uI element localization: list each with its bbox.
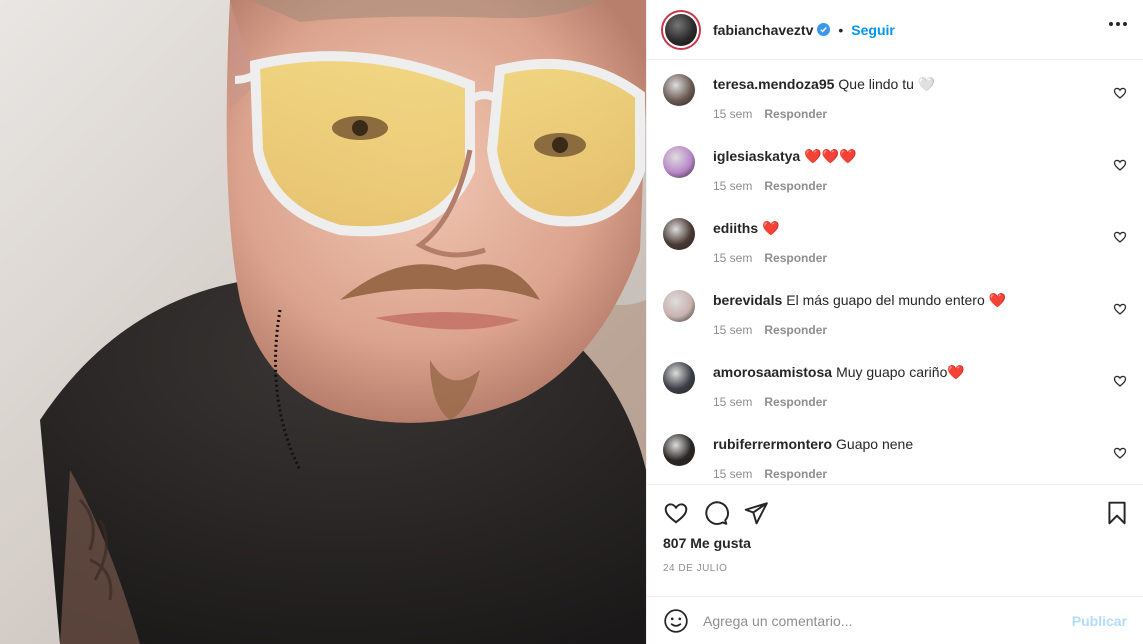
comment-text-line: berevidals El más guapo del mundo entero … (713, 291, 1006, 309)
comment-time[interactable]: 15 sem (713, 323, 752, 337)
follow-button[interactable]: Seguir (851, 22, 895, 38)
commenter-avatar[interactable] (663, 146, 695, 178)
comment-text-line: iglesiaskatya ❤️❤️❤️ (713, 147, 856, 165)
likes-count[interactable]: 807 Me gusta (663, 535, 1127, 551)
comment-body: amorosaamistosa Muy guapo cariño❤️ 15 sem R… (713, 360, 965, 432)
comment-text: ❤️❤️❤️ (804, 148, 857, 164)
more-options-icon[interactable] (1109, 22, 1127, 26)
comments-list[interactable]: teresa.mendoza95 Que lindo tu 🤍 15 sem Resp… (647, 60, 1143, 484)
comment-body: berevidals El más guapo del mundo entero … (713, 288, 1006, 360)
comment-time[interactable]: 15 sem (713, 395, 752, 409)
comment-time[interactable]: 15 sem (713, 179, 752, 193)
author-avatar[interactable] (661, 9, 701, 50)
smiley-icon[interactable] (663, 608, 689, 634)
post-date[interactable]: 24 DE JULIO (663, 563, 1127, 574)
comment-item: amorosaamistosa Muy guapo cariño❤️ 15 sem R… (663, 360, 1127, 432)
commenter-avatar[interactable] (663, 74, 695, 106)
comment-text: ❤️ (762, 220, 780, 236)
bookmark-icon[interactable] (1104, 500, 1130, 526)
comment-item: ediiths ❤️ 15 sem Responder (663, 216, 1127, 288)
reply-button[interactable]: Responder (764, 323, 827, 337)
comment-like-heart-icon[interactable] (1113, 158, 1127, 172)
comment-like-heart-icon[interactable] (1113, 302, 1127, 316)
paper-plane-icon[interactable] (743, 500, 769, 526)
post-photo-illustration (0, 0, 646, 644)
action-icons-row (663, 485, 1127, 537)
reply-button[interactable]: Responder (764, 395, 827, 409)
comment-text: El más guapo del mundo entero ❤️ (786, 292, 1007, 308)
reply-button[interactable]: Responder (764, 467, 827, 481)
comment-meta: 15 sem Responder (713, 467, 913, 481)
heart-icon[interactable] (663, 500, 689, 526)
author-username[interactable]: fabianchaveztv (713, 22, 813, 38)
comment-bubble-icon[interactable] (703, 500, 729, 526)
commenter-username[interactable]: rubiferrermontero (713, 436, 832, 452)
commenter-username[interactable]: teresa.mendoza95 (713, 76, 834, 92)
comment-item: berevidals El más guapo del mundo entero … (663, 288, 1127, 360)
reply-button[interactable]: Responder (764, 179, 827, 193)
comment-text: Que lindo tu 🤍 (838, 76, 936, 92)
commenter-avatar[interactable] (663, 434, 695, 466)
commenter-username[interactable]: berevidals (713, 292, 782, 308)
add-comment-bar: Publicar (647, 596, 1143, 644)
comment-text: Muy guapo cariño❤️ (836, 364, 965, 380)
comment-input[interactable] (703, 612, 1072, 629)
comment-text-line: ediiths ❤️ (713, 219, 827, 237)
comment-meta: 15 sem Responder (713, 251, 827, 265)
comment-item: iglesiaskatya ❤️❤️❤️ 15 sem Responder (663, 144, 1127, 216)
post-actions: 807 Me gusta 24 DE JULIO (647, 484, 1143, 592)
comment-text-line: teresa.mendoza95 Que lindo tu 🤍 (713, 75, 935, 93)
commenter-username[interactable]: ediiths (713, 220, 758, 236)
comment-like-heart-icon[interactable] (1113, 446, 1127, 460)
post-side-panel: fabianchaveztv • Seguir teresa.mendoza95… (646, 0, 1143, 644)
publish-button[interactable]: Publicar (1072, 613, 1127, 629)
comment-body: rubiferrermontero Guapo nene 15 sem Respond… (713, 432, 913, 484)
comment-time[interactable]: 15 sem (713, 251, 752, 265)
comment-meta: 15 sem Responder (713, 107, 935, 121)
post-photo[interactable] (0, 0, 646, 644)
comment-item: rubiferrermontero Guapo nene 15 sem Respond… (663, 432, 1127, 484)
comment-time[interactable]: 15 sem (713, 467, 752, 481)
comment-text-line: rubiferrermontero Guapo nene (713, 435, 913, 453)
verified-badge-icon (817, 23, 831, 36)
reply-button[interactable]: Responder (764, 251, 827, 265)
commenter-username[interactable]: amorosaamistosa (713, 364, 832, 380)
comment-body: teresa.mendoza95 Que lindo tu 🤍 15 sem Resp… (713, 72, 935, 144)
comment-item: teresa.mendoza95 Que lindo tu 🤍 15 sem Resp… (663, 72, 1127, 144)
comment-text: Guapo nene (836, 436, 914, 452)
comment-meta: 15 sem Responder (713, 395, 965, 409)
commenter-username[interactable]: iglesiaskatya (713, 148, 800, 164)
comment-like-heart-icon[interactable] (1113, 374, 1127, 388)
comment-body: iglesiaskatya ❤️❤️❤️ 15 sem Responder (713, 144, 856, 216)
commenter-avatar[interactable] (663, 218, 695, 250)
comment-like-heart-icon[interactable] (1113, 230, 1127, 244)
commenter-avatar[interactable] (663, 362, 695, 394)
comment-like-heart-icon[interactable] (1113, 86, 1127, 100)
commenter-avatar[interactable] (663, 290, 695, 322)
comment-text-line: amorosaamistosa Muy guapo cariño❤️ (713, 363, 965, 381)
reply-button[interactable]: Responder (764, 107, 827, 121)
header-separator: • (838, 21, 844, 38)
comment-meta: 15 sem Responder (713, 179, 856, 193)
comment-body: ediiths ❤️ 15 sem Responder (713, 216, 827, 288)
comment-time[interactable]: 15 sem (713, 107, 752, 121)
comment-meta: 15 sem Responder (713, 323, 1006, 337)
post-header: fabianchaveztv • Seguir (647, 0, 1143, 60)
